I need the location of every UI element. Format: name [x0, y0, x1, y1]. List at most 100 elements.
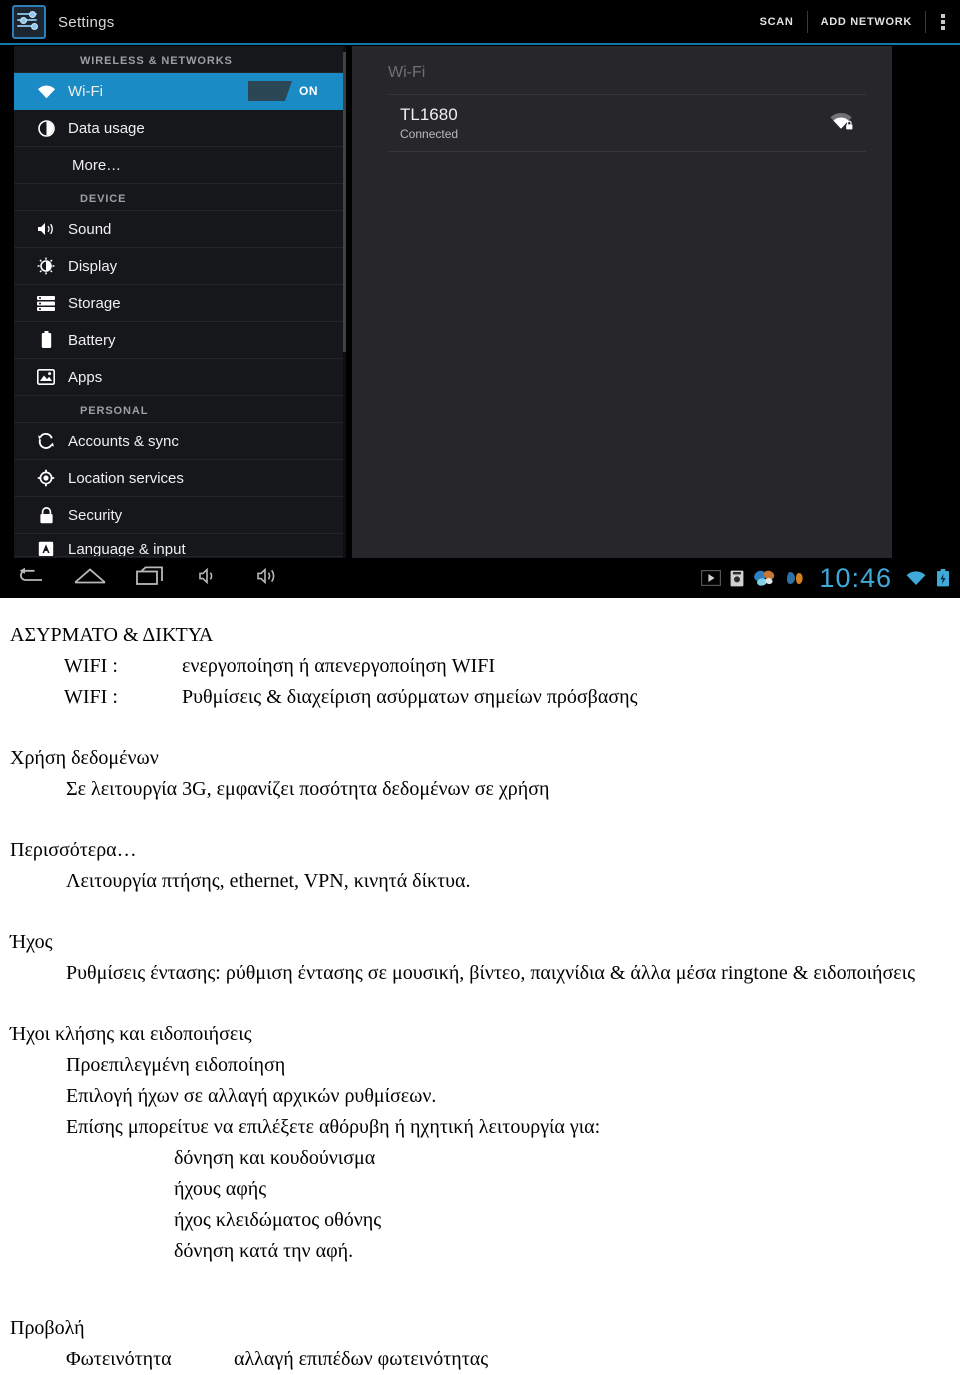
sync-icon	[28, 432, 64, 450]
battery-status-icon[interactable]	[936, 569, 950, 587]
sidebar-section-header-wireless: WIRELESS & NETWORKS	[14, 46, 346, 73]
wifi-row-2-text: Ρυθμίσεις & διαχείριση ασύρματων σημείων…	[182, 686, 638, 708]
home-icon	[73, 567, 107, 590]
more-line-1: Λειτουργία πτήσης, ethernet, VPN, κινητά…	[66, 870, 471, 892]
heading-data-usage: Χρήση δεδομένων	[10, 747, 159, 769]
wifi-row-2-label: WIFI :	[64, 686, 118, 708]
sidebar-item-more[interactable]: More…	[14, 147, 346, 184]
android-settings-screenshot: Settings SCAN ADD NETWORK WIRELESS & NET…	[0, 0, 960, 598]
language-icon	[28, 541, 64, 556]
sound-line-2: Επιλογή ήχων σε αλλαγή αρχικών ρυθμίσεων…	[66, 1085, 437, 1107]
sidebar-item-label: Display	[68, 257, 118, 275]
sidebar-section-header-personal: PERSONAL	[14, 396, 346, 423]
heading-ringtones-notifications: Ήχοι κλήσης και ειδοποιήσεις	[10, 1023, 252, 1045]
butterfly-orange-icon[interactable]	[786, 569, 804, 587]
wifi-row-1-text: ενεργοποίηση ή απενεργοποίηση WIFI	[182, 655, 496, 677]
sidebar-item-label: Accounts & sync	[68, 432, 179, 450]
recents-icon	[136, 566, 164, 591]
home-button[interactable]	[60, 558, 120, 598]
recents-button[interactable]	[120, 558, 180, 598]
wifi-panel: Wi-Fi TL1680 Connected	[352, 46, 892, 558]
sidebar-item-apps[interactable]: Apps	[14, 359, 346, 396]
wifi-secured-icon	[828, 109, 854, 136]
wifi-row-2: WIFI : Ρυθμίσεις & διαχείριση ασύρματων σ…	[0, 682, 960, 713]
header-accent-rule	[0, 43, 960, 45]
sidebar-item-data-usage[interactable]: Data usage	[14, 110, 346, 147]
settings-sliders-icon	[12, 5, 46, 39]
status-clock: 10:46	[819, 562, 892, 593]
sidebar-item-label: More…	[72, 156, 122, 174]
location-icon	[28, 469, 64, 487]
display-row-1-label: Φωτεινότητα	[66, 1348, 172, 1370]
action-bar-actions: SCAN ADD NETWORK	[747, 7, 960, 37]
lock-icon	[28, 506, 64, 524]
volume-up-button[interactable]	[240, 558, 300, 598]
action-bar: Settings SCAN ADD NETWORK	[0, 0, 960, 44]
sound-line-3: Επίσης μπορείτυε να επιλέξετε αθόρυβη ή …	[66, 1116, 601, 1138]
wifi-toggle[interactable]: ON	[248, 80, 332, 102]
sidebar-item-label: Data usage	[68, 119, 145, 137]
volume-down-icon	[198, 567, 222, 590]
sidebar-item-label: Location services	[68, 469, 184, 487]
sidebar-item-accounts-sync[interactable]: Accounts & sync	[14, 423, 346, 460]
greek-description-document: ΑΣΥΡΜΑΤΟ & ΔΙΚΤΥΑ WIFI : ενεργοποίηση ή α…	[0, 598, 960, 1375]
sidebar-item-storage[interactable]: Storage	[14, 285, 346, 322]
wifi-row-1: WIFI : ενεργοποίηση ή απενεργοποίηση WIFI	[0, 651, 960, 682]
volume-down-button[interactable]	[180, 558, 240, 598]
settings-sidebar[interactable]: WIRELESS & NETWORKS Wi-Fi ON Data usage …	[14, 46, 346, 558]
sidebar-item-language-input[interactable]: Language & input	[14, 534, 346, 557]
data-usage-icon	[28, 119, 64, 137]
sidebar-item-label: Sound	[68, 220, 112, 238]
sidebar-item-battery[interactable]: Battery	[14, 322, 346, 359]
sidebar-scrollbar-track[interactable]	[343, 46, 346, 558]
sidebar-item-sound[interactable]: Sound	[14, 211, 346, 248]
sound-bullet: δόνηση και κουδούνισμα	[174, 1147, 376, 1169]
volume-up-icon	[256, 567, 284, 590]
add-network-button[interactable]: ADD NETWORK	[808, 9, 925, 35]
display-row-1: Φωτεινότητα αλλαγή επιπέδων φωτεινότητας	[0, 1344, 960, 1375]
sound-bullet: ήχος κλειδώματος οθόνης	[174, 1209, 382, 1231]
butterfly-blue-icon[interactable]	[753, 569, 777, 587]
data-usage-line-1: Σε λειτουργία 3G, εμφανίζει ποσότητα δεδ…	[66, 778, 550, 800]
toggle-state-label: ON	[299, 84, 319, 98]
heading-sound: Ήχος	[10, 931, 53, 953]
sound-paragraph: Ρυθμίσεις έντασης: ρύθμιση έντασης σε μο…	[66, 962, 915, 984]
sound-line-1: Προεπιλεγμένη ειδοποίηση	[66, 1054, 286, 1076]
wifi-row-1-label: WIFI :	[64, 655, 118, 677]
heading-display: Προβολή	[10, 1317, 85, 1339]
sidebar-item-label: Apps	[68, 368, 103, 386]
sidebar-item-label: Security	[68, 506, 123, 524]
storage-icon	[28, 295, 64, 311]
divider	[388, 151, 866, 152]
panel-title: Wi-Fi	[388, 64, 426, 81]
sidebar-item-location-services[interactable]: Location services	[14, 460, 346, 497]
brightness-icon	[28, 257, 64, 275]
network-ssid: TL1680	[400, 105, 458, 124]
wifi-network-row[interactable]: TL1680 Connected	[352, 95, 892, 151]
battery-icon	[28, 331, 64, 349]
sound-bullet: δόνηση κατά την αφή.	[174, 1240, 354, 1262]
back-button[interactable]	[0, 558, 60, 598]
sidebar-item-display[interactable]: Display	[14, 248, 346, 285]
back-arrow-icon	[15, 567, 45, 590]
overflow-menu-icon[interactable]	[926, 9, 960, 35]
speaker-icon	[28, 221, 64, 237]
heading-wireless-networks: ΑΣΥΡΜΑΤΟ & ΔΙΚΤΥΑ	[10, 624, 214, 646]
network-status: Connected	[400, 127, 459, 141]
settings-body: WIRELESS & NETWORKS Wi-Fi ON Data usage …	[0, 46, 960, 558]
sound-bullet: ήχους αφής	[174, 1178, 267, 1200]
sidebar-item-wifi[interactable]: Wi-Fi ON	[14, 73, 346, 110]
play-icon[interactable]	[701, 570, 722, 586]
sidebar-item-label: Battery	[68, 331, 116, 349]
apps-image-icon	[28, 369, 64, 385]
wifi-icon	[28, 84, 64, 99]
sidebar-item-security[interactable]: Security	[14, 497, 346, 534]
wifi-status-icon[interactable]	[905, 570, 927, 587]
system-navigation-bar: 10:46	[0, 558, 960, 598]
screenshot-icon[interactable]	[730, 570, 744, 587]
sidebar-item-label: Language & input	[68, 540, 186, 557]
sidebar-scrollbar-thumb[interactable]	[343, 52, 346, 352]
scan-button[interactable]: SCAN	[747, 9, 807, 35]
sidebar-section-header-device: DEVICE	[14, 184, 346, 211]
toggle-knob	[248, 81, 292, 101]
